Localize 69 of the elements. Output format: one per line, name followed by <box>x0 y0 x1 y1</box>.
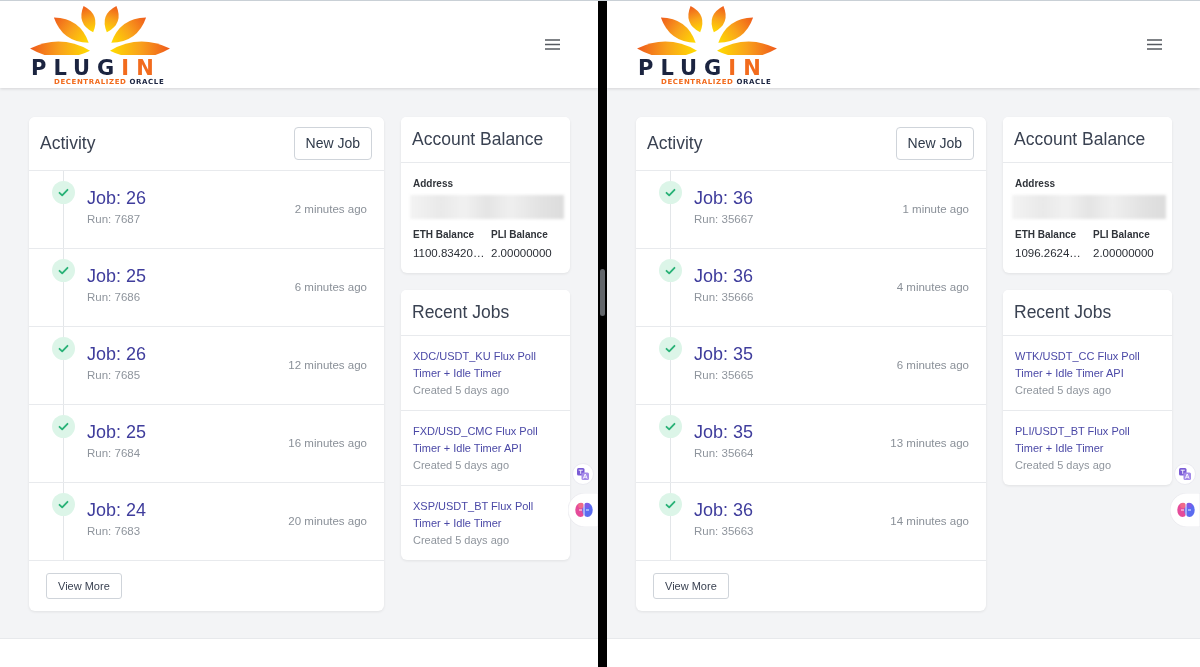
card-title: Account Balance <box>1014 129 1146 150</box>
balance-value: 1100.83420… <box>413 246 485 261</box>
job-link[interactable]: Job: 36 <box>694 499 754 521</box>
created-date: Created 5 days ago <box>413 458 509 473</box>
menu-icon[interactable] <box>545 39 560 50</box>
created-date: Created 5 days ago <box>413 383 509 398</box>
new-job-button[interactable]: New Job <box>895 127 974 160</box>
time-ago: 12 minutes ago <box>288 357 367 373</box>
job-link[interactable]: Job: 35 <box>694 343 754 365</box>
time-ago: 16 minutes ago <box>288 435 367 451</box>
brain-icon[interactable] <box>568 493 598 527</box>
field-label: ETH Balance <box>413 228 475 241</box>
view-more-button[interactable]: View More <box>653 573 729 599</box>
time-ago: 1 minute ago <box>902 201 969 217</box>
translate-icon[interactable] <box>572 463 594 485</box>
balance-value: 2.00000000 <box>491 246 552 261</box>
brain-icon[interactable] <box>1170 493 1200 527</box>
field-label: PLI Balance <box>1093 228 1150 241</box>
balance-value: 2.00000000 <box>1093 246 1154 261</box>
created-date: Created 5 days ago <box>413 533 509 548</box>
card-title: Recent Jobs <box>1014 302 1112 323</box>
job-link[interactable]: Job: 24 <box>87 499 147 521</box>
run-number: Run: 35665 <box>694 368 754 383</box>
logo-wordmark: PLUG IN <box>31 58 161 77</box>
menu-icon[interactable] <box>1147 39 1162 50</box>
job-link[interactable]: Job: 25 <box>87 265 147 287</box>
field-label: PLI Balance <box>491 228 548 241</box>
job-link[interactable]: FXD/USD_CMC Flux Poll Timer + Idle Timer API <box>413 423 544 457</box>
job-link[interactable]: WTK/USDT_CC Flux Poll Timer + Idle Timer API <box>1015 348 1146 382</box>
time-ago: 6 minutes ago <box>294 279 367 295</box>
view-more-button[interactable]: View More <box>46 573 122 599</box>
job-link[interactable]: Job: 36 <box>694 265 754 287</box>
run-number: Run: 35664 <box>694 446 754 461</box>
field-label: Address <box>413 177 454 190</box>
time-ago: 6 minutes ago <box>896 357 969 373</box>
job-link[interactable]: XSP/USDT_BT Flux Poll Timer + Idle Timer <box>413 498 544 532</box>
job-link[interactable]: Job: 35 <box>694 421 754 443</box>
job-link[interactable]: Job: 36 <box>694 187 754 209</box>
run-number: Run: 7685 <box>87 368 141 383</box>
translate-icon[interactable] <box>1174 463 1196 485</box>
new-job-button[interactable]: New Job <box>293 127 372 160</box>
job-link[interactable]: Job: 25 <box>87 421 147 443</box>
run-number: Run: 35667 <box>694 212 754 227</box>
card-title: Activity <box>647 133 703 154</box>
card-title: Activity <box>40 133 96 154</box>
run-number: Run: 7686 <box>87 290 141 305</box>
card-title: Recent Jobs <box>412 302 510 323</box>
job-link[interactable]: Job: 26 <box>87 187 147 209</box>
resize-handle[interactable] <box>600 269 605 316</box>
time-ago: 20 minutes ago <box>288 513 367 529</box>
job-link[interactable]: XDC/USDT_KU Flux Poll Timer + Idle Timer <box>413 348 544 382</box>
run-number: Run: 7687 <box>87 212 141 227</box>
time-ago: 4 minutes ago <box>896 279 969 295</box>
time-ago: 14 minutes ago <box>890 513 969 529</box>
job-link[interactable]: PLI/USDT_BT Flux Poll Timer + Idle Timer <box>1015 423 1146 457</box>
run-number: Run: 7683 <box>87 524 141 539</box>
created-date: Created 5 days ago <box>1015 458 1111 473</box>
created-date: Created 5 days ago <box>1015 383 1111 398</box>
time-ago: 13 minutes ago <box>890 435 969 451</box>
run-number: Run: 7684 <box>87 446 141 461</box>
run-number: Run: 35666 <box>694 290 754 305</box>
logo-wordmark: PLUG IN <box>638 58 768 77</box>
balance-value: 1096.2624… <box>1015 246 1081 261</box>
run-number: Run: 35663 <box>694 524 754 539</box>
card-title: Account Balance <box>412 129 544 150</box>
field-label: ETH Balance <box>1015 228 1077 241</box>
field-label: Address <box>1015 177 1056 190</box>
job-link[interactable]: Job: 26 <box>87 343 147 365</box>
time-ago: 2 minutes ago <box>294 201 367 217</box>
